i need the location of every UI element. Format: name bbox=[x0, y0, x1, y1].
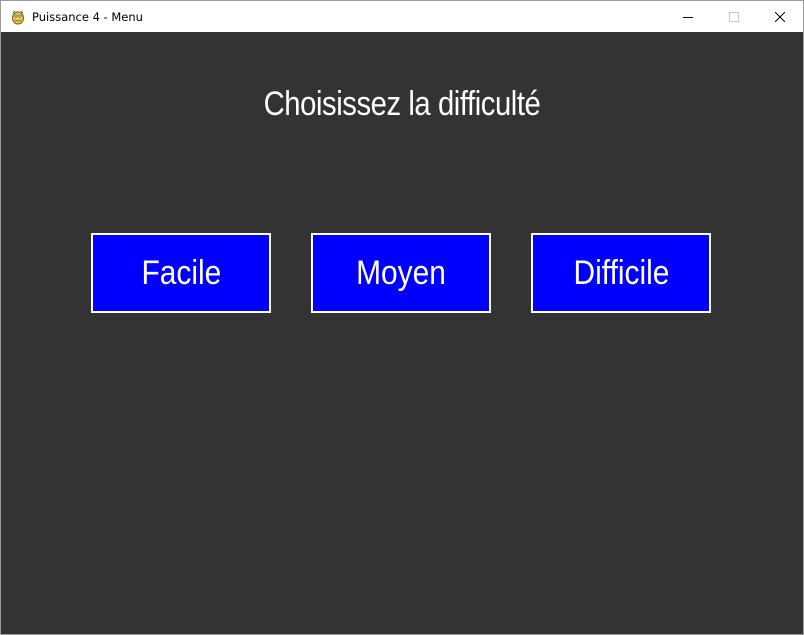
close-button[interactable] bbox=[757, 1, 803, 32]
minimize-icon bbox=[683, 16, 693, 18]
medium-button[interactable]: Moyen bbox=[311, 233, 491, 313]
minimize-button[interactable] bbox=[665, 1, 711, 32]
pygame-snake-icon bbox=[12, 10, 24, 25]
easy-button-label: Facile bbox=[141, 253, 221, 292]
title-bar[interactable]: Puissance 4 - Menu bbox=[1, 1, 803, 32]
close-icon bbox=[775, 11, 785, 22]
window-title: Puissance 4 - Menu bbox=[32, 10, 143, 24]
hard-button[interactable]: Difficile bbox=[531, 233, 711, 313]
game-canvas: Choisissez la difficulté Facile Moyen Di… bbox=[1, 32, 803, 634]
hard-button-label: Difficile bbox=[573, 253, 669, 292]
difficulty-heading: Choisissez la difficulté bbox=[263, 85, 541, 123]
medium-button-label: Moyen bbox=[356, 253, 446, 292]
easy-button[interactable]: Facile bbox=[91, 233, 271, 313]
app-window: Puissance 4 - Menu Choisissez la difficu… bbox=[0, 0, 804, 635]
maximize-icon bbox=[729, 11, 739, 22]
maximize-button[interactable] bbox=[711, 1, 757, 32]
